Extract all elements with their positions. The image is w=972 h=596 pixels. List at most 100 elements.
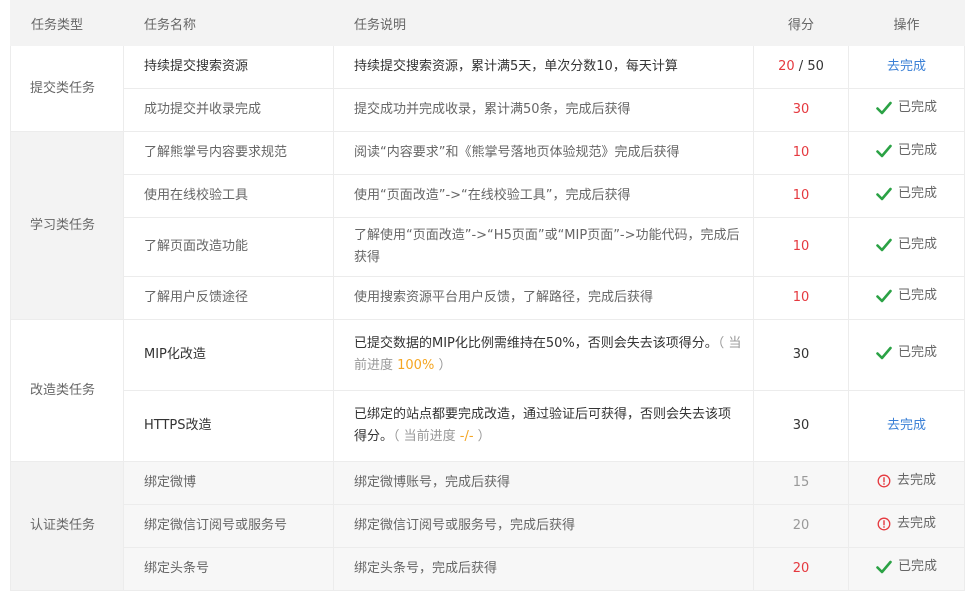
alert-icon (877, 474, 891, 488)
header-operation: 操作 (848, 0, 965, 46)
task-operation: 去完成 (848, 504, 965, 548)
task-name: 成功提交并收录完成 (123, 88, 334, 132)
table-row: 了解页面改造功能 了解使用“页面改造”->“H5页面”或“MIP页面”->功能代… (11, 217, 965, 277)
table-row: 提交类任务 持续提交搜索资源 持续提交搜索资源，累计满5天，单次分数10，每天计… (10, 45, 965, 132)
task-desc: 已提交数据的MIP化比例需维持在50%，否则会失去该项得分。（ 当前进度 100… (333, 319, 754, 391)
completed-status: 已完成 (876, 140, 937, 162)
task-name: HTTPS改造 (123, 390, 334, 462)
task-desc: 绑定头条号，完成后获得 (333, 547, 754, 591)
task-operation: 已完成 (848, 88, 965, 132)
task-score: 10 (753, 217, 849, 277)
score-current: 20 (778, 59, 795, 74)
task-desc-text: 已提交数据的MIP化比例需维持在50%，否则会失去该项得分。 (354, 336, 718, 351)
check-icon (876, 289, 892, 303)
completed-status: 已完成 (876, 183, 937, 205)
task-score: 30 (753, 390, 849, 462)
table-row: 认证类任务 绑定微博 绑定微博账号，完成后获得 15 去完成 (10, 461, 965, 591)
table-header-row: 任务类型 任务名称 任务说明 得分 操作 (10, 0, 965, 46)
header-task-desc: 任务说明 (333, 0, 754, 46)
task-operation: 已完成 (848, 131, 965, 175)
task-name: 绑定微博 (123, 461, 334, 505)
task-score: 20 (753, 504, 849, 548)
completed-label: 已完成 (897, 345, 937, 360)
header-task-type: 任务类型 (10, 0, 124, 46)
task-name: 了解用户反馈途径 (123, 276, 334, 320)
task-name: 了解熊掌号内容要求规范 (123, 131, 334, 175)
table-row: 成功提交并收录完成 提交成功并完成收录，累计满50条，完成后获得 30 已完成 (11, 88, 965, 132)
completed-label: 已完成 (897, 143, 937, 158)
task-name: 了解页面改造功能 (123, 217, 334, 277)
progress-value: -/- (459, 429, 474, 444)
go-complete-action[interactable]: 去完成 (877, 513, 936, 535)
task-score: 15 (753, 461, 849, 505)
completed-status: 已完成 (876, 556, 937, 578)
task-name: 持续提交搜索资源 (123, 45, 334, 89)
task-desc: 使用搜索资源平台用户反馈，了解路径，完成后获得 (333, 276, 754, 320)
score-separator: / (798, 59, 804, 74)
task-name: MIP化改造 (123, 319, 334, 391)
task-operation: 已完成 (848, 174, 965, 218)
completed-label: 已完成 (897, 237, 937, 252)
task-score: 10 (753, 174, 849, 218)
table-row: 绑定头条号 绑定头条号，完成后获得 20 已完成 (11, 547, 965, 591)
task-score: 10 (753, 276, 849, 320)
task-table: 任务类型 任务名称 任务说明 得分 操作 提交类任务 持续提交搜索资源 持续提交… (10, 0, 965, 591)
go-complete-action[interactable]: 去完成 (877, 470, 936, 492)
task-desc: 提交成功并完成收录，累计满50条，完成后获得 (333, 88, 754, 132)
table-row: 改造类任务 MIP化改造 已提交数据的MIP化比例需维持在50%，否则会失去该项… (10, 319, 965, 462)
table-row: 使用在线校验工具 使用“页面改造”->“在线校验工具”，完成后获得 10 已完成 (11, 174, 965, 218)
check-icon (876, 144, 892, 158)
table-row: 绑定微信订阅号或服务号 绑定微信订阅号或服务号，完成后获得 20 去完成 (11, 504, 965, 548)
task-type-cell: 认证类任务 (10, 461, 124, 591)
task-type-cell: 提交类任务 (10, 45, 124, 132)
go-complete-link[interactable]: 去完成 (887, 418, 926, 433)
task-desc: 阅读“内容要求”和《熊掌号落地页体验规范》完成后获得 (333, 131, 754, 175)
header-score: 得分 (753, 0, 849, 46)
completed-status: 已完成 (876, 342, 937, 364)
task-type-cell: 改造类任务 (10, 319, 124, 462)
table-row: HTTPS改造 已绑定的站点都要完成改造，通过验证后可获得，否则会失去该项得分。… (11, 390, 965, 462)
progress-hint-close: ） (473, 429, 491, 444)
task-name: 绑定头条号 (123, 547, 334, 591)
task-desc: 绑定微博账号，完成后获得 (333, 461, 754, 505)
task-score: 30 (753, 88, 849, 132)
task-type-cell: 学习类任务 (10, 131, 124, 320)
completed-status: 已完成 (876, 285, 937, 307)
check-icon (876, 238, 892, 252)
table-row: 学习类任务 了解熊掌号内容要求规范 阅读“内容要求”和《熊掌号落地页体验规范》完… (10, 131, 965, 320)
check-icon (876, 187, 892, 201)
check-icon (876, 346, 892, 360)
task-desc: 了解使用“页面改造”->“H5页面”或“MIP页面”->功能代码，完成后获得 (333, 217, 754, 277)
completed-status: 已完成 (876, 234, 937, 256)
task-operation: 已完成 (848, 276, 965, 320)
task-name: 使用在线校验工具 (123, 174, 334, 218)
go-complete-label: 去完成 (896, 473, 936, 488)
task-desc: 绑定微信订阅号或服务号，完成后获得 (333, 504, 754, 548)
alert-icon (877, 517, 891, 531)
completed-status: 已完成 (876, 97, 937, 119)
task-desc: 使用“页面改造”->“在线校验工具”，完成后获得 (333, 174, 754, 218)
task-desc: 已绑定的站点都要完成改造，通过验证后可获得，否则会失去该项得分。（ 当前进度 -… (333, 390, 754, 462)
task-operation: 已完成 (848, 547, 965, 591)
task-score: 30 (753, 319, 849, 391)
task-score: 10 (753, 131, 849, 175)
task-name: 绑定微信订阅号或服务号 (123, 504, 334, 548)
completed-label: 已完成 (897, 186, 937, 201)
go-complete-link[interactable]: 去完成 (887, 59, 926, 74)
task-operation: 去完成 (848, 390, 965, 462)
progress-hint-open: （ 当前进度 (393, 429, 460, 444)
completed-label: 已完成 (897, 559, 937, 574)
completed-label: 已完成 (897, 288, 937, 303)
task-desc: 持续提交搜索资源，累计满5天，单次分数10，每天计算 (333, 45, 754, 89)
progress-hint-close: ） (434, 358, 452, 373)
header-task-name: 任务名称 (123, 0, 334, 46)
progress-value: 100% (397, 358, 435, 373)
completed-label: 已完成 (897, 100, 937, 115)
task-score: 20 (753, 547, 849, 591)
table-row: 了解用户反馈途径 使用搜索资源平台用户反馈，了解路径，完成后获得 10 已完成 (11, 276, 965, 320)
task-score: 20 / 50 (753, 45, 849, 89)
check-icon (876, 101, 892, 115)
task-operation: 已完成 (848, 319, 965, 391)
score-total: 50 (807, 59, 824, 74)
check-icon (876, 560, 892, 574)
